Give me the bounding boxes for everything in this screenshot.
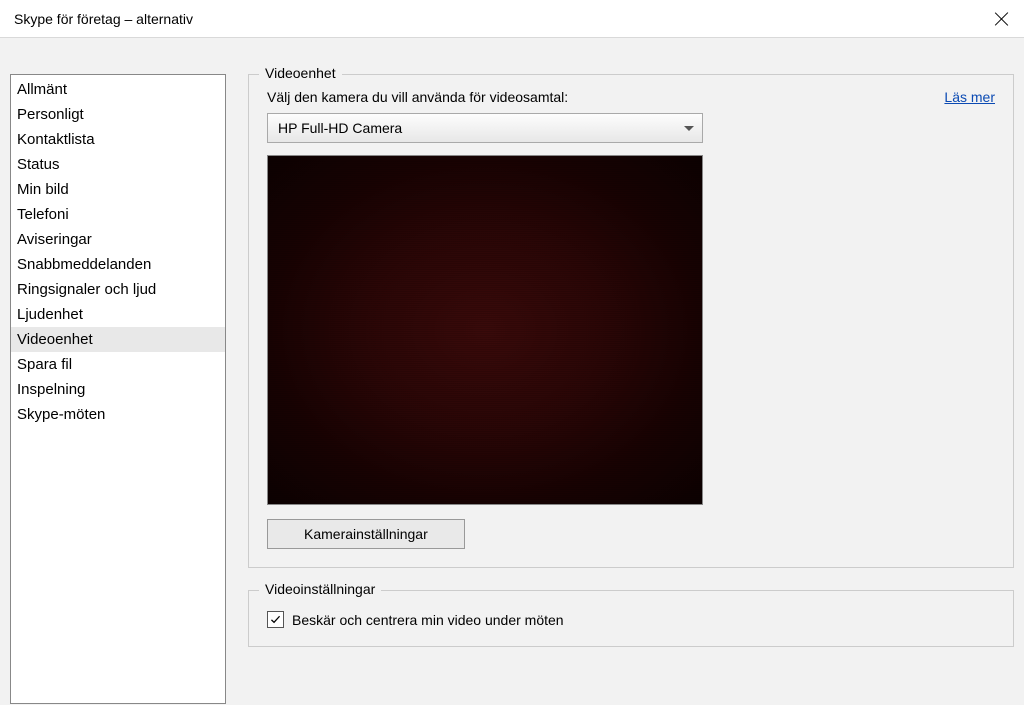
sidebar-item-ringsignaler[interactable]: Ringsignaler och ljud (11, 277, 225, 302)
chevron-down-icon (684, 126, 694, 131)
camera-instruction-label: Välj den kamera du vill använda för vide… (267, 89, 568, 105)
sidebar-item-skype-moten[interactable]: Skype-möten (11, 402, 225, 427)
sidebar-item-snabbmeddelanden[interactable]: Snabbmeddelanden (11, 252, 225, 277)
sidebar-item-videoenhet[interactable]: Videoenhet (11, 327, 225, 352)
crop-center-label: Beskär och centrera min video under möte… (292, 612, 564, 628)
window-title: Skype för företag – alternativ (14, 11, 193, 27)
sidebar-item-min-bild[interactable]: Min bild (11, 177, 225, 202)
sidebar: Allmänt Personligt Kontaktlista Status M… (10, 74, 226, 704)
camera-preview (267, 155, 703, 505)
sidebar-item-telefoni[interactable]: Telefoni (11, 202, 225, 227)
sidebar-item-spara-fil[interactable]: Spara fil (11, 352, 225, 377)
video-settings-group: Videoinställningar Beskär och centrera m… (248, 590, 1014, 647)
video-settings-legend: Videoinställningar (259, 581, 381, 597)
check-icon (269, 613, 282, 626)
sidebar-item-allmant[interactable]: Allmänt (11, 77, 225, 102)
crop-center-checkbox[interactable] (267, 611, 284, 628)
camera-select-value: HP Full-HD Camera (278, 120, 402, 136)
camera-settings-button[interactable]: Kamerainställningar (267, 519, 465, 549)
video-device-legend: Videoenhet (259, 65, 342, 81)
sidebar-item-status[interactable]: Status (11, 152, 225, 177)
camera-select[interactable]: HP Full-HD Camera (267, 113, 703, 143)
main-panel: Videoenhet Välj den kamera du vill använ… (248, 74, 1014, 695)
titlebar: Skype för företag – alternativ (0, 0, 1024, 38)
content-area: Allmänt Personligt Kontaktlista Status M… (0, 38, 1024, 705)
sidebar-item-ljudenhet[interactable]: Ljudenhet (11, 302, 225, 327)
sidebar-item-inspelning[interactable]: Inspelning (11, 377, 225, 402)
close-icon[interactable] (994, 11, 1010, 27)
sidebar-item-aviseringar[interactable]: Aviseringar (11, 227, 225, 252)
sidebar-item-personligt[interactable]: Personligt (11, 102, 225, 127)
sidebar-item-kontaktlista[interactable]: Kontaktlista (11, 127, 225, 152)
learn-more-link[interactable]: Läs mer (944, 89, 995, 105)
video-device-group: Videoenhet Välj den kamera du vill använ… (248, 74, 1014, 568)
